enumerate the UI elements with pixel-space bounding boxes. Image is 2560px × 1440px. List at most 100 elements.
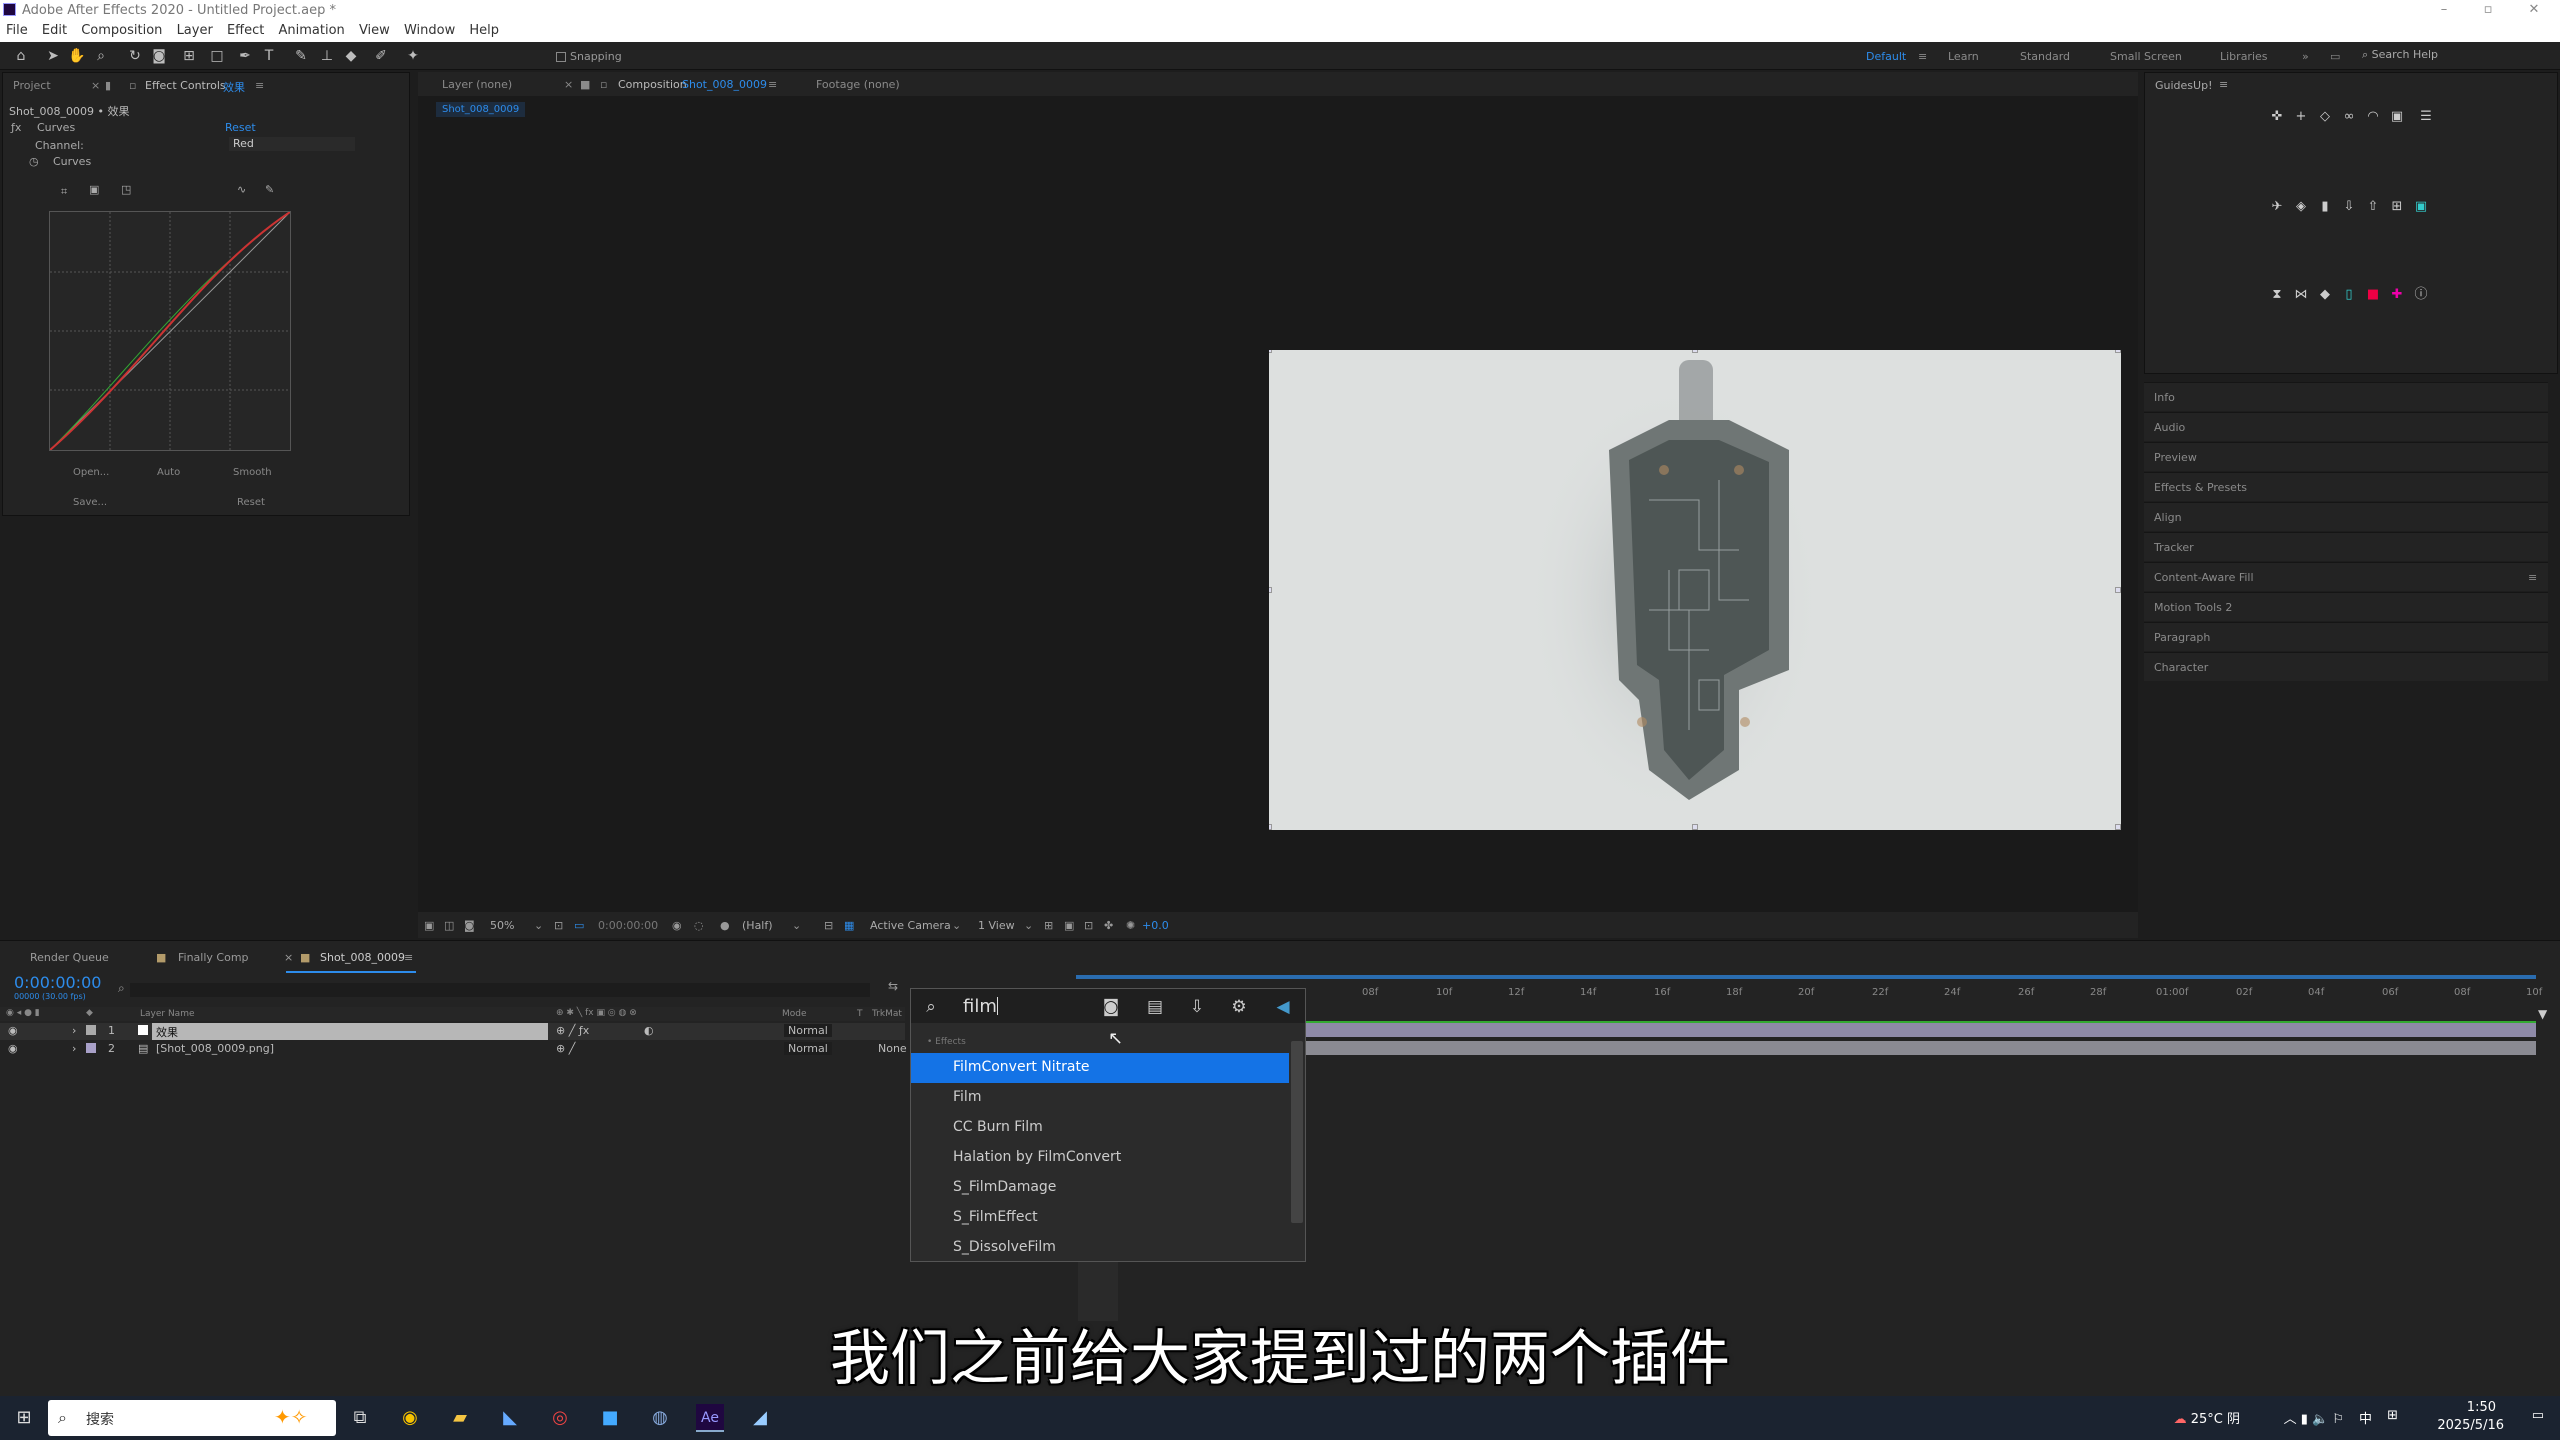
scrollbar-thumb[interactable]: [1291, 1041, 1303, 1223]
curve-tool-icon[interactable]: ⌗: [61, 185, 67, 199]
result-item[interactable]: S_DissolveFilm: [911, 1233, 1289, 1263]
guide-color-icon[interactable]: ■: [2365, 287, 2381, 303]
tab-render-queue[interactable]: Render Queue: [30, 951, 109, 964]
guide-pin-icon[interactable]: ✈: [2269, 199, 2285, 215]
home-icon[interactable]: ⌂: [12, 47, 30, 65]
search-icon[interactable]: ⌕: [118, 981, 125, 996]
curve-size-large-icon[interactable]: ◳: [121, 183, 131, 196]
chevron-down-icon[interactable]: ⌄: [792, 919, 801, 932]
guide-lines-icon[interactable]: ☰: [2415, 109, 2437, 125]
result-item[interactable]: Film: [911, 1083, 1289, 1113]
clone-stamp-tool-icon[interactable]: ⊥: [318, 47, 336, 65]
resolution-select[interactable]: (Half): [742, 919, 773, 932]
workspace-default[interactable]: Default: [1866, 50, 1906, 63]
guide-hourglass-icon[interactable]: ⧗: [2269, 287, 2285, 303]
task-view-icon[interactable]: ⧉: [346, 1404, 374, 1432]
app-icon-3[interactable]: ■: [596, 1404, 624, 1432]
layer-mode[interactable]: Normal: [784, 1024, 832, 1037]
tab-effect-controls[interactable]: Effect Controls: [145, 79, 226, 92]
zoom-tool-icon[interactable]: ⌕: [92, 47, 110, 65]
mask-view-icon[interactable]: ◫: [444, 919, 454, 932]
always-preview-icon[interactable]: ▣: [424, 919, 434, 932]
guide-import-icon[interactable]: ⇩: [2341, 199, 2357, 215]
fx-toggle-icon[interactable]: ƒx: [11, 121, 21, 134]
rectangle-tool-icon[interactable]: □: [208, 47, 226, 65]
panel-menu-icon[interactable]: ≡: [2219, 78, 2228, 91]
text-tool-icon[interactable]: T: [260, 47, 278, 65]
frame-handle[interactable]: [1692, 350, 1698, 353]
clock-date[interactable]: 2025/5/16: [2437, 1418, 2504, 1433]
fast-preview-icon[interactable]: ▣: [1064, 919, 1074, 932]
snapping-checkbox[interactable]: [556, 52, 566, 62]
send-icon[interactable]: ◀: [1273, 997, 1293, 1017]
timeline-timecode[interactable]: 0:00:00:00: [14, 973, 101, 992]
result-item[interactable]: Halation by FilmConvert: [911, 1143, 1289, 1173]
layer-bar-2[interactable]: [1304, 1041, 2536, 1055]
file-explorer-icon[interactable]: ▰: [446, 1404, 474, 1432]
snapping-toggle[interactable]: Snapping: [556, 50, 622, 63]
search-help[interactable]: ⌕ Search Help: [2362, 48, 2552, 65]
tab-footage[interactable]: Footage (none): [816, 78, 900, 91]
twirl-icon[interactable]: ›: [72, 1024, 76, 1037]
reset-button[interactable]: Reset: [237, 497, 265, 508]
camera-tool-icon[interactable]: ◙: [150, 47, 168, 65]
close-icon[interactable]: ✕: [2514, 0, 2554, 20]
exposure-value[interactable]: +0.0: [1142, 919, 1169, 932]
reset-link[interactable]: Reset: [225, 121, 256, 134]
maximize-icon[interactable]: ▫: [2468, 0, 2508, 20]
chevron-down-icon[interactable]: ⌄: [952, 919, 961, 932]
layer-switches[interactable]: ⊕ ╱ ƒx: [556, 1024, 589, 1037]
color-channel-icon[interactable]: ●: [720, 919, 730, 932]
menu-composition[interactable]: Composition: [81, 20, 162, 42]
viewer-timecode[interactable]: 0:00:00:00: [598, 919, 658, 932]
guide-diamond-icon[interactable]: ◇: [2317, 109, 2333, 125]
app-icon-4[interactable]: ◍: [646, 1404, 674, 1432]
tab-layer[interactable]: Layer (none): [442, 78, 512, 91]
tab-shot[interactable]: Shot_008_0009: [320, 951, 405, 964]
frame-handle[interactable]: [1269, 350, 1272, 353]
menu-edit[interactable]: Edit: [42, 20, 67, 42]
brush-tool-icon[interactable]: ✎: [292, 47, 310, 65]
result-item[interactable]: S_FilmDamage: [911, 1173, 1289, 1203]
menu-effect[interactable]: Effect: [227, 20, 264, 42]
channel-select[interactable]: Red: [229, 137, 355, 151]
guide-tag-icon[interactable]: ◈: [2293, 199, 2309, 215]
app-icon-5[interactable]: ◢: [746, 1404, 774, 1432]
panel-motion-tools[interactable]: Motion Tools 2: [2144, 592, 2548, 621]
workspace-standard[interactable]: Standard: [2020, 50, 2070, 63]
preview-icon[interactable]: ◙: [464, 919, 475, 932]
frame-handle[interactable]: [2115, 587, 2121, 593]
lock-icon-2[interactable]: ▫: [129, 79, 136, 92]
panel-menu-icon[interactable]: ≡: [2528, 571, 2537, 584]
guide-circles-icon[interactable]: ∞: [2341, 109, 2357, 125]
pencil-icon[interactable]: ✎: [265, 183, 274, 196]
more-workspaces-icon[interactable]: »: [2302, 50, 2309, 63]
effect-search-input[interactable]: film: [963, 996, 997, 1017]
guide-frame-icon[interactable]: ▣: [2413, 199, 2429, 215]
guide-cross-icon[interactable]: +: [2293, 109, 2309, 125]
roi-icon[interactable]: ⊟: [824, 919, 833, 932]
weather[interactable]: ☁ 25°C 阴: [2174, 1408, 2240, 1427]
tray-icons[interactable]: ︿ ▮ 🔈 ⚐: [2284, 1408, 2344, 1427]
guide-expand-icon[interactable]: ⊞: [2389, 199, 2405, 215]
pixel-aspect-icon[interactable]: ⊞: [1044, 919, 1053, 932]
menu-file[interactable]: File: [6, 20, 28, 42]
menu-window[interactable]: Window: [404, 20, 455, 42]
layer-switches[interactable]: ⊕ ╱: [556, 1042, 575, 1055]
eye-icon[interactable]: ◉: [8, 1024, 18, 1037]
gear-icon[interactable]: ⚙: [1229, 997, 1249, 1017]
show-snapshot-icon[interactable]: ◌: [694, 919, 704, 932]
comp-flowchart-icon[interactable]: ⇆: [888, 979, 898, 993]
panel-tracker[interactable]: Tracker: [2144, 532, 2548, 561]
layout-icon[interactable]: ▤: [1145, 997, 1165, 1017]
menu-layer[interactable]: Layer: [177, 20, 213, 42]
playhead-end-icon[interactable]: ▼: [2538, 1007, 2547, 1021]
frame-handle[interactable]: [2115, 824, 2121, 830]
frame-handle[interactable]: [2115, 350, 2121, 353]
twirl-icon[interactable]: ›: [72, 1042, 76, 1055]
label-color-icon[interactable]: [86, 1043, 96, 1053]
chevron-down-icon[interactable]: ⌄: [1024, 919, 1033, 932]
chrome-icon[interactable]: ◉: [396, 1404, 424, 1432]
rotate-tool-icon[interactable]: ↻: [126, 47, 144, 65]
lock-icon[interactable]: ▫: [600, 78, 607, 91]
